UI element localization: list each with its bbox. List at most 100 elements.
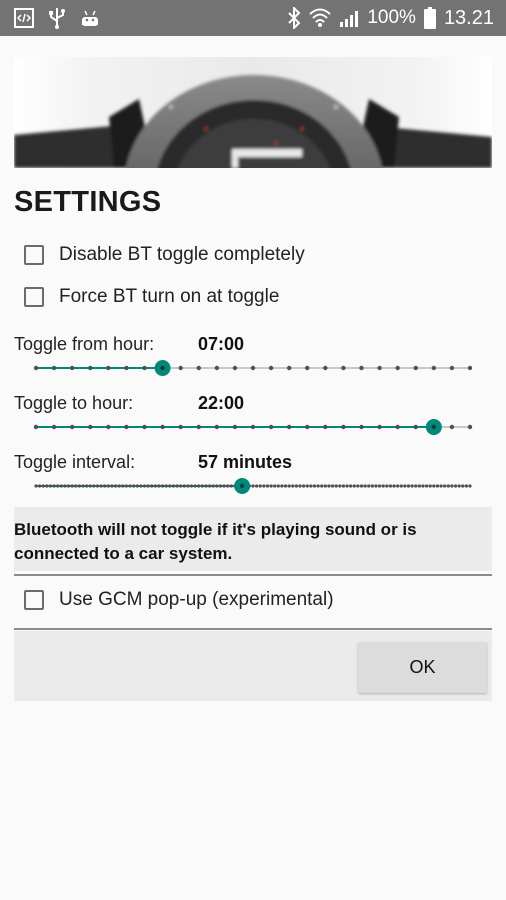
slider-tick — [214, 365, 220, 371]
slider-tick — [269, 484, 273, 488]
slider-tick — [106, 365, 111, 371]
slider-tick — [309, 484, 313, 488]
slider-tick — [135, 484, 139, 488]
slider-tick — [164, 484, 168, 488]
slider-tick — [150, 484, 154, 488]
slider-tick — [106, 424, 111, 430]
disable-bt-label: Disable BT toggle completely — [59, 244, 305, 265]
slider-tick — [38, 484, 42, 488]
slider-tick — [399, 484, 403, 488]
slider-tick — [291, 484, 295, 488]
slider-tick — [196, 365, 201, 371]
slider-tick — [208, 484, 212, 488]
button-bar: OK — [14, 631, 492, 701]
slider-tick — [178, 365, 183, 371]
use-gcm-checkbox[interactable] — [24, 590, 44, 610]
disable-bt-checkbox-row[interactable]: Disable BT toggle completely — [24, 244, 305, 266]
slider-tick — [77, 484, 81, 488]
slider-tick — [132, 484, 136, 488]
slider-tick — [461, 484, 465, 488]
slider-tick — [305, 365, 310, 371]
use-gcm-label: Use GCM pop-up (experimental) — [59, 589, 334, 610]
slider-tick — [385, 484, 389, 488]
slider-tick — [341, 424, 346, 430]
ok-button[interactable]: OK — [358, 642, 487, 693]
slider-tick — [356, 484, 360, 488]
slider-tick — [377, 484, 382, 488]
divider — [14, 574, 492, 576]
slider-tick — [425, 484, 429, 488]
force-bt-checkbox-row[interactable]: Force BT turn on at toggle — [24, 286, 279, 308]
slider-tick — [435, 484, 440, 488]
slider-tick — [417, 484, 421, 488]
slider-tick — [352, 484, 356, 488]
from-hour-slider[interactable] — [30, 357, 476, 379]
slider-tick — [160, 484, 165, 488]
slider-tick — [41, 484, 45, 488]
slider-tick — [305, 484, 309, 488]
slider-tick — [124, 484, 129, 488]
slider-tick — [468, 484, 472, 488]
slider-tick — [45, 484, 49, 488]
slider-tick — [69, 365, 75, 371]
slider-tick — [431, 365, 437, 371]
slider-tick — [414, 484, 418, 488]
to-hour-label: Toggle to hour: — [14, 393, 134, 413]
slider-tick — [403, 484, 407, 488]
watch-banner-image — [14, 57, 492, 168]
slider-tick — [200, 484, 204, 488]
slider-tick — [323, 424, 328, 430]
disable-bt-checkbox[interactable] — [24, 245, 44, 265]
slider-tick — [142, 484, 147, 488]
slider-tick — [33, 365, 39, 371]
slider-tick — [59, 484, 63, 488]
slider-tick — [124, 365, 129, 371]
slider-tick — [113, 484, 118, 488]
slider-tick — [222, 484, 226, 488]
slider-tick — [88, 484, 92, 488]
slider-tick — [449, 424, 455, 430]
slider-tick — [168, 484, 172, 488]
divider — [14, 628, 492, 630]
slider-tick — [128, 484, 132, 488]
slider-tick — [74, 484, 78, 488]
slider-tick — [421, 484, 425, 488]
bluetooth-icon — [287, 7, 301, 29]
slider-tick — [283, 484, 288, 488]
slider-tick — [450, 484, 454, 488]
slider-tick — [467, 424, 473, 430]
bluetooth-notice: Bluetooth will not toggle if it's playin… — [14, 507, 492, 571]
page-title: SETTINGS — [14, 186, 162, 218]
slider-tick — [232, 424, 238, 430]
slider-tick — [464, 484, 468, 488]
slider-tick — [142, 365, 147, 371]
slider-tick — [85, 484, 89, 488]
slider-tick — [218, 484, 223, 488]
slider-tick — [211, 484, 215, 488]
slider-tick — [229, 484, 233, 488]
interval-slider[interactable] — [30, 475, 476, 497]
to-hour-value: 22:00 — [198, 393, 245, 413]
slider-tick — [88, 365, 93, 371]
slider-tick — [370, 484, 374, 488]
slider-tick — [341, 484, 346, 488]
slider-tick — [124, 424, 129, 430]
slider-tick — [298, 484, 302, 488]
slider-tick — [349, 484, 353, 488]
force-bt-checkbox[interactable] — [24, 287, 44, 307]
usb-icon — [48, 7, 66, 29]
slider-tick — [323, 484, 327, 488]
cell-signal-icon — [339, 9, 359, 27]
slider-tick — [467, 365, 473, 371]
slider-tick — [157, 484, 161, 488]
slider-tick — [139, 484, 143, 488]
slider-tick — [179, 484, 183, 488]
use-gcm-checkbox-row[interactable]: Use GCM pop-up (experimental) — [24, 589, 334, 611]
slider-tick — [103, 484, 107, 488]
slider-tick — [396, 484, 400, 488]
to-hour-slider[interactable] — [30, 416, 476, 438]
slider-tick — [117, 484, 121, 488]
slider-tick — [146, 484, 150, 488]
slider-tick — [48, 484, 53, 488]
slider-tick — [175, 484, 179, 488]
